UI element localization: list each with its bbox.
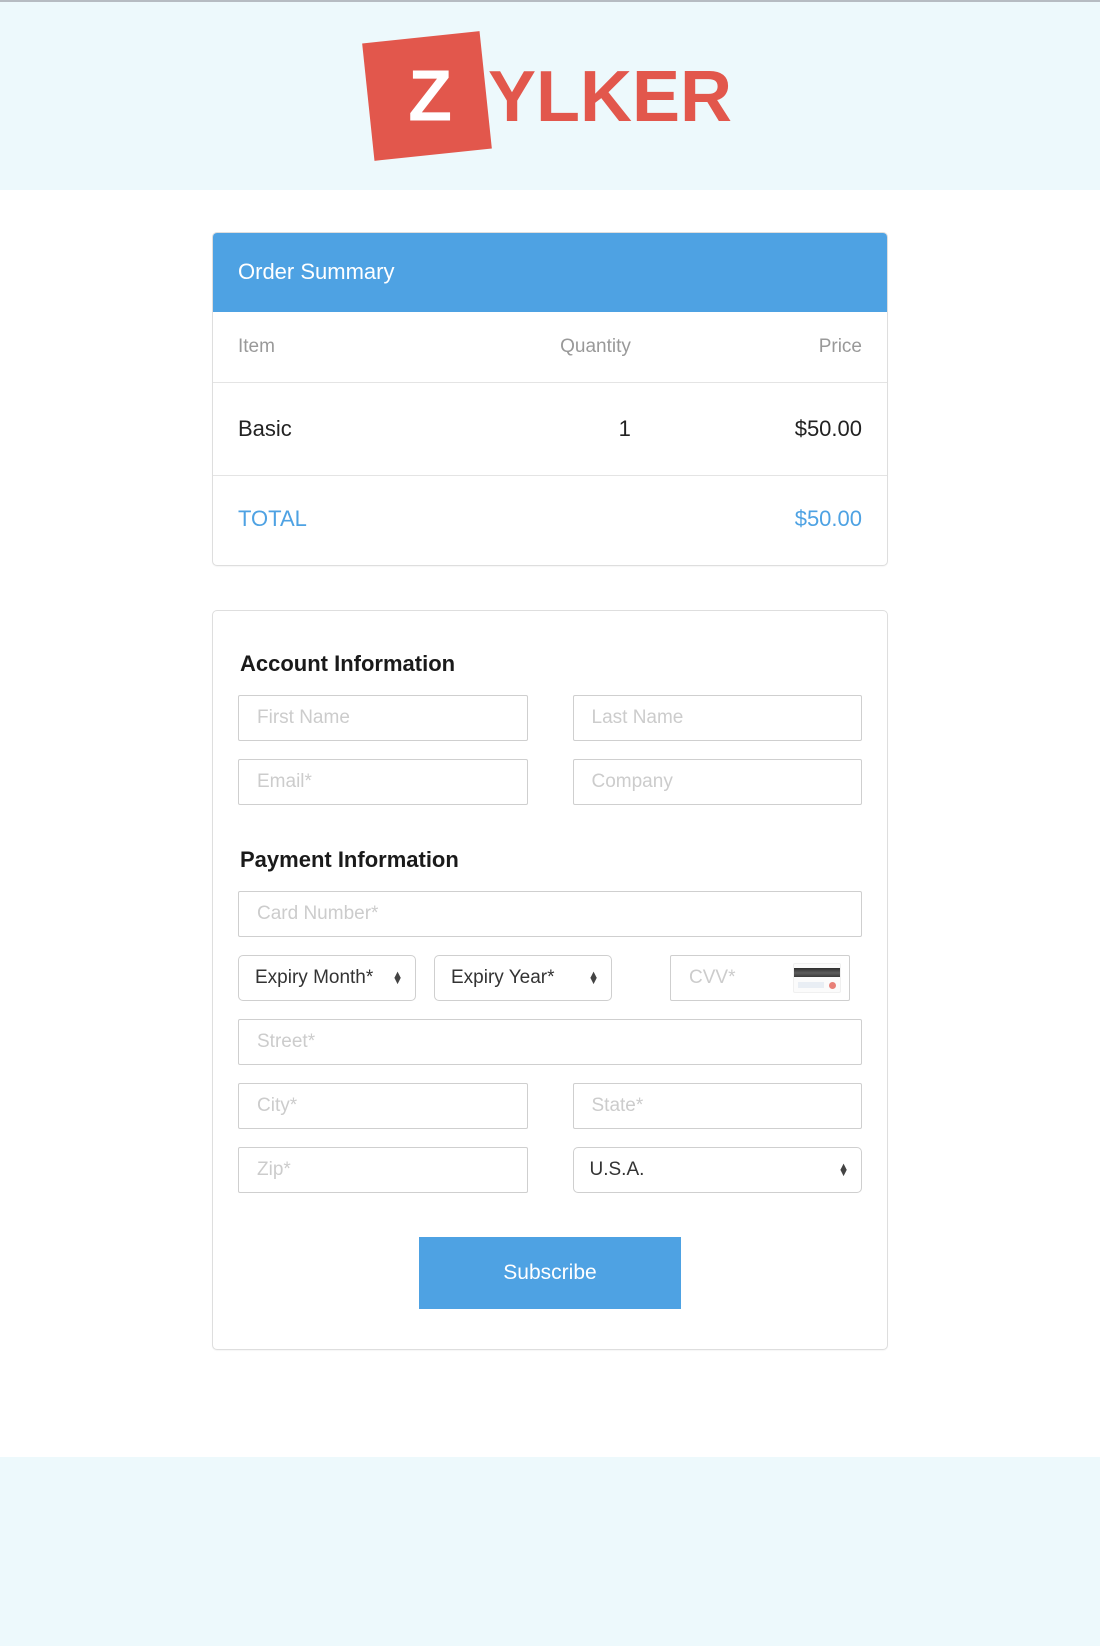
column-header-price: Price: [678, 312, 887, 383]
chevron-updown-icon: ▲ ▼: [392, 969, 403, 987]
credit-card-back-icon: [793, 963, 841, 993]
column-header-quantity: Quantity: [423, 312, 679, 383]
expiry-month-value: Expiry Month*: [255, 967, 374, 988]
country-wrap: U.S.A. ▲ ▼: [572, 1147, 862, 1193]
order-summary-card: Order Summary Item Quantity Price Basic …: [212, 232, 888, 566]
expiry-month-select[interactable]: Expiry Month* ▲ ▼: [238, 955, 416, 1001]
table-header-row: Item Quantity Price: [213, 312, 887, 383]
cell-item-price: $50.00: [678, 382, 887, 476]
name-row: First Name Last Name: [238, 695, 862, 741]
zip-wrap: Zip*: [238, 1147, 528, 1193]
cvv-input[interactable]: CVV*: [670, 955, 850, 1001]
expiry-cvv-row: Expiry Month* ▲ ▼ Expiry Year* ▲ ▼ CVV*: [238, 955, 862, 1001]
subscribe-button[interactable]: Subscribe: [419, 1237, 681, 1309]
submit-row: Subscribe: [238, 1237, 862, 1309]
expiry-year-select[interactable]: Expiry Year* ▲ ▼: [434, 955, 612, 1001]
card-signature-strip: [798, 982, 824, 988]
content-wrap: Order Summary Item Quantity Price Basic …: [212, 232, 888, 1350]
column-header-item: Item: [213, 312, 424, 383]
order-summary-table: Item Quantity Price Basic 1 $50.00 TOTAL: [213, 312, 887, 565]
logo-mark-letter: Z: [407, 56, 451, 137]
street-row: Street*: [238, 1019, 862, 1065]
company-input[interactable]: Company: [572, 759, 862, 805]
checkout-form-card: Account Information First Name Last Name…: [212, 610, 888, 1350]
chevron-updown-icon: ▲ ▼: [838, 1161, 849, 1179]
email-input[interactable]: Email*: [238, 759, 528, 805]
card-magnetic-stripe: [794, 968, 840, 977]
city-input[interactable]: City*: [238, 1083, 528, 1129]
last-name-input[interactable]: Last Name: [572, 695, 862, 741]
street-input[interactable]: Street*: [238, 1019, 862, 1065]
total-spacer: [424, 476, 679, 566]
email-company-row: Email* Company: [238, 759, 862, 805]
zylker-logo: Z YLKER: [362, 26, 733, 166]
card-brand-dot: [829, 982, 836, 989]
cell-item-name: Basic: [213, 382, 424, 476]
zip-input[interactable]: Zip*: [238, 1147, 528, 1193]
logo-wordmark: YLKER: [487, 57, 733, 137]
state-input[interactable]: State*: [572, 1083, 862, 1129]
expiry-year-value: Expiry Year*: [451, 967, 555, 988]
country-select[interactable]: U.S.A. ▲ ▼: [572, 1147, 862, 1193]
site-header: Z YLKER: [0, 2, 1100, 190]
cvv-placeholder: CVV*: [689, 967, 736, 988]
order-summary-title: Order Summary: [213, 233, 887, 312]
country-value: U.S.A.: [589, 1159, 645, 1180]
city-state-row: City* State*: [238, 1083, 862, 1129]
cell-item-quantity: 1: [423, 382, 679, 476]
payment-information-heading: Payment Information: [240, 847, 459, 872]
total-value: $50.00: [794, 506, 862, 531]
table-total-row: TOTAL $50.00: [213, 476, 887, 566]
first-name-input[interactable]: First Name: [238, 695, 528, 741]
account-information-heading: Account Information: [240, 651, 456, 676]
table-row: Basic 1 $50.00: [213, 382, 887, 476]
logo-mark-icon: Z: [362, 31, 492, 161]
chevron-updown-icon: ▲ ▼: [588, 969, 599, 987]
total-label: TOTAL: [238, 506, 307, 531]
card-number-input[interactable]: Card Number*: [238, 891, 862, 937]
site-footer: [0, 1457, 1100, 1646]
zip-country-row: Zip* U.S.A. ▲ ▼: [238, 1147, 862, 1193]
card-number-row: Card Number*: [238, 891, 862, 937]
page-body: Order Summary Item Quantity Price Basic …: [0, 190, 1100, 1350]
